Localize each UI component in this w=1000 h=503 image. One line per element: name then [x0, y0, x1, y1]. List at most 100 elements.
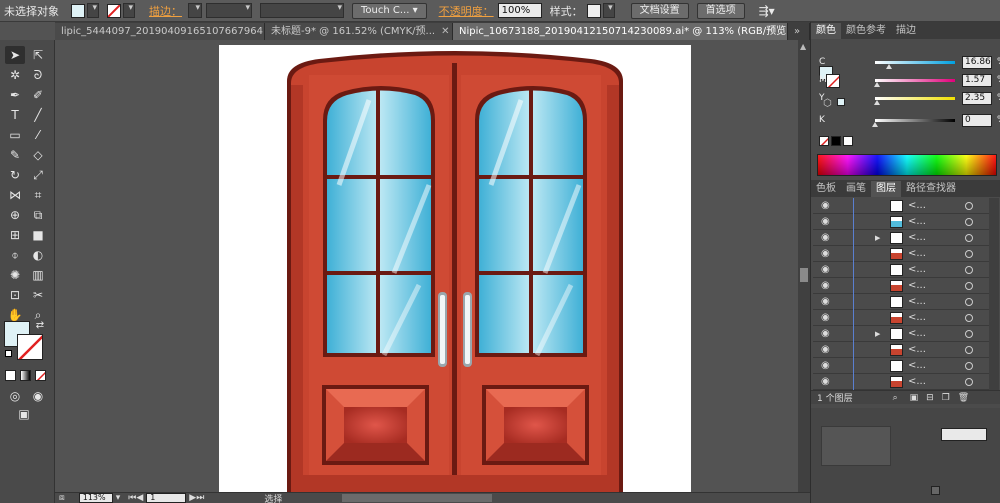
locate-object-icon[interactable]: ⌕ [893, 393, 898, 403]
slider-knob[interactable] [872, 121, 878, 127]
pencil-icon[interactable]: ✎ [5, 146, 25, 164]
next-artboard-icon[interactable]: ▶ [189, 493, 196, 503]
slider-knob[interactable] [885, 63, 892, 69]
expand-arrow-icon[interactable]: ▶ [875, 234, 880, 242]
tab-color[interactable]: 颜色 [811, 23, 841, 39]
tab-color-guide[interactable]: 颜色参考 [841, 23, 891, 39]
width-tool-icon[interactable]: ⋈ [5, 186, 25, 204]
pen-tool-icon[interactable]: ✒ [5, 86, 25, 104]
draw-behind-icon[interactable]: ◉ [28, 387, 48, 405]
lasso-icon[interactable]: ᘐ [28, 66, 48, 84]
line-tool-icon[interactable]: ╱ [28, 106, 48, 124]
stroke-swatch[interactable] [107, 3, 121, 18]
rotate-tool-icon[interactable]: ↻ [5, 166, 25, 184]
perspective-grid-icon[interactable]: ⧉ [28, 206, 48, 224]
delete-layer-icon[interactable]: 🗑 [958, 393, 969, 403]
artboard-tool-icon[interactable]: ⊡ [5, 286, 25, 304]
slider-cyan[interactable]: C 16.86% [819, 55, 1000, 69]
visibility-eye-icon[interactable]: ◉ [821, 296, 830, 307]
none-mode-icon[interactable] [35, 370, 46, 381]
slider-black[interactable]: K 0% [819, 113, 1000, 127]
target-circle-icon[interactable] [965, 345, 973, 354]
slider-yellow[interactable]: Y 2.35% [819, 91, 1000, 105]
target-circle-icon[interactable] [965, 249, 973, 258]
slider-magenta[interactable]: M 1.57% [819, 73, 1000, 87]
layer-row[interactable]: ◉ <... [813, 358, 999, 374]
target-circle-icon[interactable] [965, 201, 973, 210]
gradient-tool-icon[interactable]: ■ [28, 226, 48, 244]
layer-row[interactable]: ◉ ▶ <... [813, 230, 999, 246]
target-circle-icon[interactable] [965, 361, 973, 370]
current-tool-status[interactable]: 选择 [264, 492, 282, 503]
tab-pathfinder[interactable]: 路径查找器 [901, 181, 961, 197]
layer-row[interactable]: ◉ <... [813, 342, 999, 358]
tab-document-3[interactable]: Nipic_10673188_20190412150714230089.ai* … [453, 23, 788, 40]
swap-colors-icon[interactable]: ⇄ [33, 318, 47, 332]
gradient-mode-icon[interactable] [20, 370, 31, 381]
graphic-style-swatch[interactable] [586, 3, 601, 18]
layers-scrollbar[interactable] [989, 198, 999, 390]
target-circle-icon[interactable] [965, 281, 973, 290]
tab-stroke[interactable]: 描边 [891, 23, 921, 39]
fill-dropdown[interactable] [87, 3, 99, 18]
visibility-eye-icon[interactable]: ◉ [821, 328, 830, 339]
canvas-area[interactable] [55, 40, 798, 492]
tab-document-2[interactable]: 未标题-9* @ 161.52% (CMYK/预... ✕ [265, 23, 453, 40]
visibility-eye-icon[interactable]: ◉ [821, 376, 830, 387]
layer-row[interactable]: ◉ <... [813, 294, 999, 310]
tab-layers[interactable]: 图层 [871, 181, 901, 197]
opacity-label[interactable]: 不透明度： [435, 3, 498, 19]
target-circle-icon[interactable] [965, 233, 973, 242]
visibility-eye-icon[interactable]: ◉ [821, 200, 830, 211]
black-color-box[interactable] [831, 136, 841, 146]
selection-tool-icon[interactable]: ➤ [5, 46, 25, 64]
target-circle-icon[interactable] [965, 265, 973, 274]
opacity-input[interactable]: 100% [497, 3, 542, 18]
scale-tool-icon[interactable]: ⤢ [28, 166, 48, 184]
stroke-color-box[interactable] [17, 334, 43, 360]
visibility-eye-icon[interactable]: ◉ [821, 248, 830, 259]
arrange-documents-icon[interactable]: ⇶▾ [755, 4, 779, 18]
target-circle-icon[interactable] [965, 313, 973, 322]
tab-swatches[interactable]: 色板 [811, 181, 841, 197]
direct-selection-icon[interactable]: ⇱ [28, 46, 48, 64]
preferences-button[interactable]: 首选项 [696, 2, 745, 19]
magic-wand-icon[interactable]: ✲ [5, 66, 25, 84]
make-clipping-mask-icon[interactable]: ▣ [910, 393, 919, 403]
slice-tool-icon[interactable]: ✂ [28, 286, 48, 304]
black-value-input[interactable]: 0% [962, 113, 1000, 127]
blend-tool-icon[interactable]: ◐ [28, 246, 48, 264]
new-layer-icon[interactable]: ❐ [942, 393, 950, 403]
layer-row[interactable]: ◉ <... [813, 310, 999, 326]
graphic-style-dropdown[interactable] [602, 3, 615, 18]
transparency-opacity-field[interactable] [941, 428, 987, 441]
layer-row[interactable]: ◉ <... [813, 214, 999, 230]
tab-brushes[interactable]: 画笔 [841, 181, 871, 197]
rectangle-tool-icon[interactable]: ▭ [5, 126, 25, 144]
zoom-dropdown-icon[interactable]: ▾ [116, 493, 121, 503]
target-circle-icon[interactable] [965, 377, 973, 386]
slider-knob[interactable] [873, 81, 880, 87]
last-artboard-icon[interactable]: ⏭ [196, 493, 204, 503]
white-color-box[interactable] [843, 136, 853, 146]
cyan-value-input[interactable]: 16.86% [962, 55, 1000, 69]
layer-row[interactable]: ◉ <... [813, 262, 999, 278]
symbol-sprayer-icon[interactable]: ✺ [5, 266, 25, 284]
graph-tool-icon[interactable]: ▥ [28, 266, 48, 284]
vertical-scrollbar[interactable]: ▲ [798, 40, 810, 492]
tabs-overflow-icon[interactable]: » [788, 23, 810, 40]
vertical-scroll-thumb[interactable] [800, 268, 808, 282]
magenta-value-input[interactable]: 1.57% [962, 73, 1000, 87]
visibility-eye-icon[interactable]: ◉ [821, 264, 830, 275]
mesh-tool-icon[interactable]: ⊞ [5, 226, 25, 244]
stroke-weight-stepper[interactable] [188, 3, 202, 18]
layer-row[interactable]: ◉ <... [813, 374, 999, 390]
type-tool-icon[interactable]: T [5, 106, 25, 124]
free-transform-icon[interactable]: ⌗ [28, 186, 48, 204]
document-settings-button[interactable]: 文档设置 [630, 2, 689, 19]
fill-swatch[interactable] [71, 3, 85, 18]
layer-row[interactable]: ◉ <... [813, 278, 999, 294]
none-color-box[interactable] [819, 136, 829, 146]
stroke-label[interactable]: 描边： [145, 3, 186, 19]
artboard-number-field[interactable]: 1 [146, 493, 187, 503]
